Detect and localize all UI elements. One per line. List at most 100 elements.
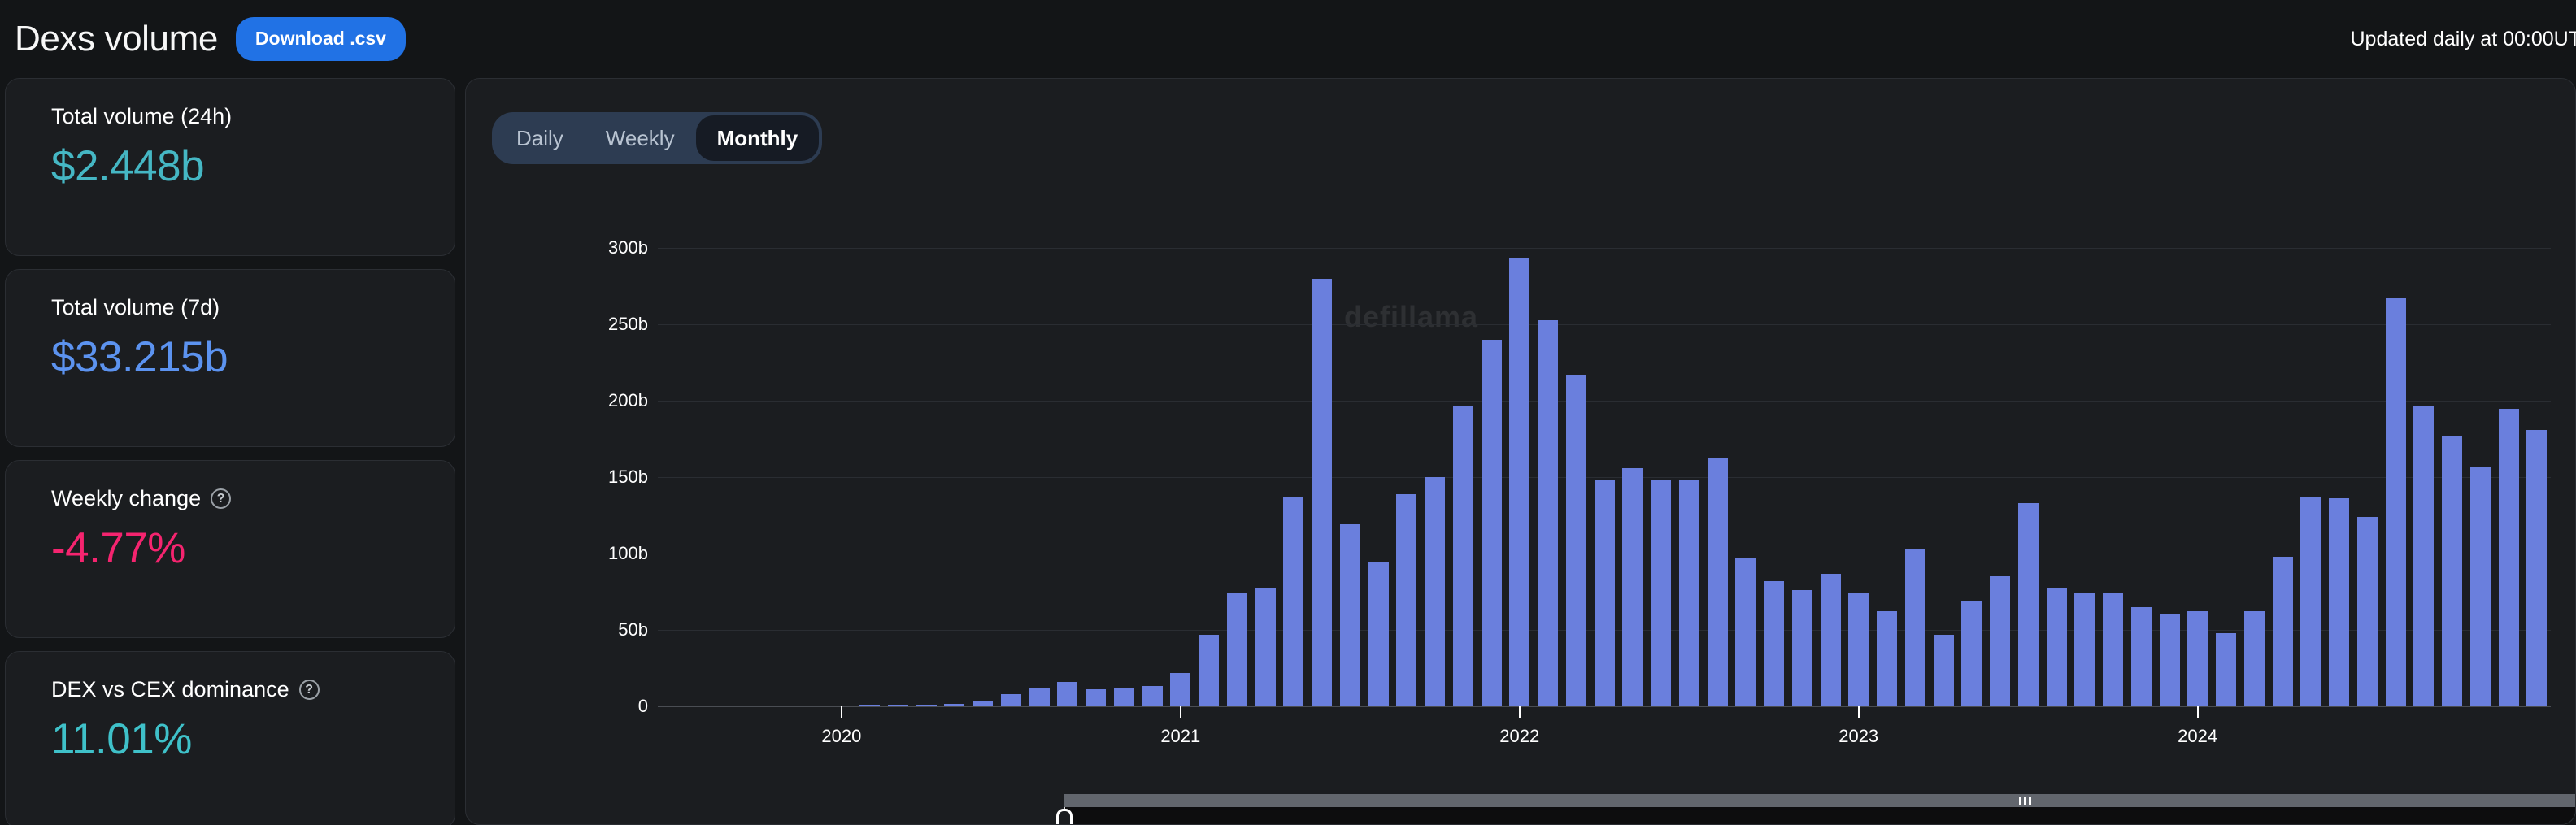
bar-slot[interactable] — [1873, 225, 1901, 706]
bar[interactable] — [1170, 672, 1191, 706]
bar-slot[interactable] — [1223, 225, 1251, 706]
bar-slot[interactable] — [941, 225, 969, 706]
bar[interactable] — [916, 705, 937, 706]
bar[interactable] — [1086, 689, 1107, 706]
bar[interactable] — [2272, 556, 2293, 706]
bar[interactable] — [1877, 611, 1898, 706]
bar-slot[interactable] — [1986, 225, 2014, 706]
bar[interactable] — [2498, 408, 2519, 706]
bar[interactable] — [1565, 375, 1586, 706]
bar-slot[interactable] — [1930, 225, 1958, 706]
bar-slot[interactable] — [2099, 225, 2127, 706]
bar-slot[interactable] — [2353, 225, 2382, 706]
bar-slot[interactable] — [1901, 225, 1930, 706]
brush-handle-left[interactable] — [1056, 809, 1073, 824]
bar-slot[interactable] — [1647, 225, 1675, 706]
bar[interactable] — [2187, 611, 2208, 706]
bar-slot[interactable] — [2212, 225, 2240, 706]
bar-slot[interactable] — [1506, 225, 1534, 706]
bar[interactable] — [859, 705, 881, 706]
bar[interactable] — [1452, 405, 1473, 706]
bar[interactable] — [1481, 339, 1502, 706]
bar[interactable] — [1707, 457, 1728, 706]
bar-slot[interactable] — [1336, 225, 1364, 706]
bar-slot[interactable] — [2410, 225, 2439, 706]
bar-slot[interactable] — [2466, 225, 2495, 706]
bar[interactable] — [1113, 687, 1134, 706]
bar[interactable] — [1255, 588, 1276, 706]
bar[interactable] — [1764, 580, 1785, 706]
bar-slot[interactable] — [1280, 225, 1308, 706]
bar[interactable] — [1651, 480, 1672, 706]
bar[interactable] — [2329, 498, 2350, 706]
bar[interactable] — [1594, 480, 1615, 706]
bar[interactable] — [1961, 601, 1982, 706]
bar[interactable] — [887, 704, 908, 706]
bar[interactable] — [2216, 632, 2237, 706]
bar-slot[interactable] — [1449, 225, 1477, 706]
bar[interactable] — [2017, 503, 2039, 706]
bar[interactable] — [2356, 516, 2378, 706]
bar-slot[interactable] — [1704, 225, 1732, 706]
bar-slot[interactable] — [2269, 225, 2297, 706]
bar[interactable] — [2046, 588, 2067, 706]
bar-slot[interactable] — [855, 225, 884, 706]
bar[interactable] — [1339, 524, 1360, 706]
bar[interactable] — [1368, 562, 1389, 706]
bar[interactable] — [1538, 319, 1559, 706]
bar-slot[interactable] — [2297, 225, 2326, 706]
bar-slot[interactable] — [828, 225, 856, 706]
bar[interactable] — [1820, 573, 1841, 706]
bar[interactable] — [1509, 258, 1530, 706]
bar-slot[interactable] — [2325, 225, 2353, 706]
bar-slot[interactable] — [1590, 225, 1619, 706]
bar[interactable] — [1199, 634, 1220, 706]
bar-slot[interactable] — [1817, 225, 1845, 706]
bar[interactable] — [1396, 493, 1417, 706]
brush-track[interactable] — [1064, 805, 2575, 824]
brush-drag-grip-icon[interactable] — [2019, 797, 2034, 805]
bar-slot[interactable] — [2127, 225, 2156, 706]
bar-slot[interactable] — [1534, 225, 1562, 706]
bar-slot[interactable] — [1477, 225, 1506, 706]
bar-slot[interactable] — [1421, 225, 1449, 706]
bar-slot[interactable] — [1760, 225, 1788, 706]
bar-slot[interactable] — [912, 225, 941, 706]
bar-slot[interactable] — [1138, 225, 1167, 706]
bar[interactable] — [973, 701, 994, 706]
bar-slot[interactable] — [1393, 225, 1421, 706]
bar[interactable] — [1990, 576, 2011, 706]
bar-slot[interactable] — [742, 225, 771, 706]
bar[interactable] — [2103, 593, 2124, 706]
bar[interactable] — [1933, 634, 1954, 706]
brush-range-bar[interactable] — [1064, 794, 2575, 807]
bar-slot[interactable] — [1562, 225, 1590, 706]
bar[interactable] — [1142, 685, 1163, 706]
bar-slot[interactable] — [1732, 225, 1760, 706]
bar-slot[interactable] — [2523, 225, 2552, 706]
interval-tab-group[interactable]: Daily Weekly Monthly — [492, 112, 823, 164]
bar-slot[interactable] — [2240, 225, 2269, 706]
bar-slot[interactable] — [2043, 225, 2071, 706]
bar[interactable] — [2413, 405, 2435, 706]
bar-slot[interactable] — [968, 225, 997, 706]
bar-slot[interactable] — [1619, 225, 1647, 706]
bar[interactable] — [944, 704, 965, 706]
bar[interactable] — [2526, 429, 2548, 706]
bar[interactable] — [2442, 436, 2463, 706]
bar[interactable] — [1791, 590, 1812, 706]
bar-slot[interactable] — [884, 225, 912, 706]
bar[interactable] — [2300, 497, 2321, 706]
bar[interactable] — [1622, 467, 1643, 706]
chart-range-brush[interactable] — [1056, 794, 2575, 824]
bar[interactable] — [1678, 480, 1699, 706]
bar[interactable] — [1000, 693, 1021, 706]
bar-slot[interactable] — [1025, 225, 1054, 706]
bar-slot[interactable] — [1845, 225, 1873, 706]
bar-slot[interactable] — [1054, 225, 1082, 706]
bar[interactable] — [1226, 593, 1247, 706]
bar[interactable] — [1283, 497, 1304, 706]
bar-slot[interactable] — [997, 225, 1025, 706]
help-icon[interactable]: ? — [211, 488, 232, 510]
bar-slot[interactable] — [1364, 225, 1393, 706]
